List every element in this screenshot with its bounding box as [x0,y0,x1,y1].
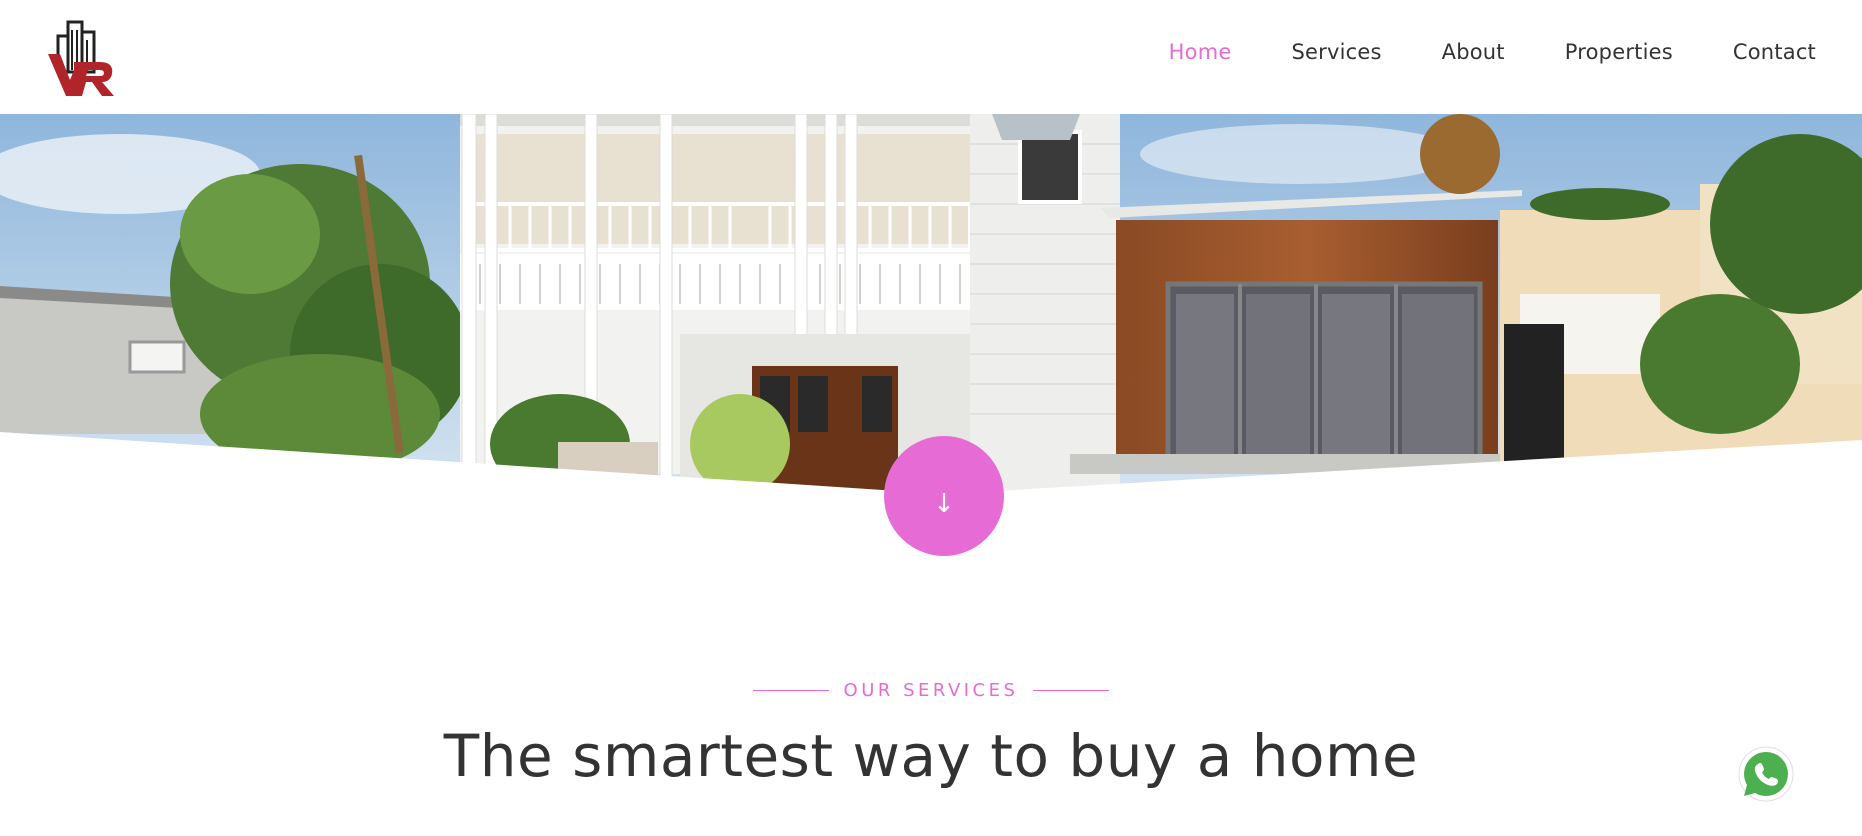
nav-item-properties[interactable]: Properties [1565,40,1673,64]
services-eyebrow: OUR SERVICES [0,680,1862,701]
nav-item-services[interactable]: Services [1292,40,1382,64]
eyebrow-line-right [1033,690,1110,691]
nav-item-home[interactable]: Home [1169,40,1232,64]
whatsapp-button[interactable] [1738,746,1794,802]
whatsapp-icon [1738,746,1794,802]
main-nav: Home Services About Properties Contact [1109,40,1816,64]
eyebrow-line-left [752,690,829,691]
scroll-down-button[interactable]: ↓ [884,436,1004,556]
nav-item-contact[interactable]: Contact [1733,40,1816,64]
nav-item-about[interactable]: About [1442,40,1505,64]
services-eyebrow-label: OUR SERVICES [843,680,1019,701]
arrow-down-icon: ↓ [933,489,955,519]
services-headline: The smartest way to buy a home [443,722,1419,790]
site-header: Home Services About Properties Contact [0,0,1862,114]
vr-logo-icon [48,20,114,96]
logo[interactable] [44,18,118,96]
